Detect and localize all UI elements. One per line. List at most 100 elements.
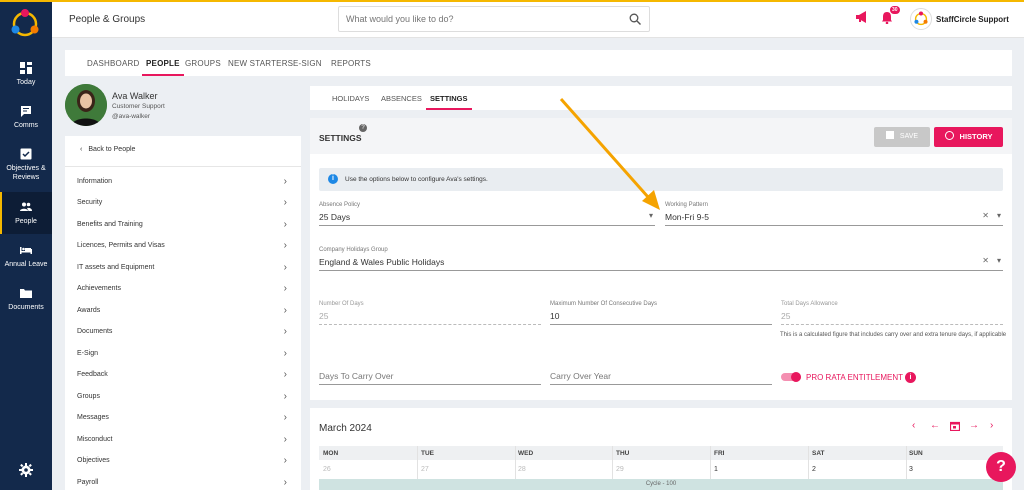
dropdown-arrow-icon[interactable]: ▾	[997, 256, 1001, 265]
nav-documents[interactable]: Documents	[0, 287, 52, 312]
staffcircle-logo[interactable]	[9, 8, 41, 40]
help-button[interactable]: ?	[986, 452, 1016, 482]
carry-over-year-input[interactable]: Carry Over Year	[550, 361, 772, 387]
calendar-day[interactable]: 29	[616, 466, 624, 473]
left-nav: Today Comms Objectives & Reviews People …	[0, 0, 52, 490]
save-button[interactable]: SAVE	[874, 127, 930, 147]
calendar-weekday-header: MON TUE WED THU FRI SAT SUN	[319, 446, 1003, 460]
menu-item-label: Feedback	[77, 371, 108, 378]
settings-card: SETTINGS ? SAVE HISTORY i Use the option…	[310, 118, 1012, 400]
nav-people-label: People	[15, 218, 37, 225]
menu-item-label: Messages	[77, 414, 109, 421]
total-allowance-note: This is a calculated figure that include…	[780, 332, 1007, 338]
tab-settings[interactable]: SETTINGS	[426, 94, 471, 110]
top-header: People & Groups 30 StaffCircle Support	[52, 2, 1024, 38]
working-pattern-select[interactable]: Working Pattern Mon-Fri 9-5 ✕ ▾	[665, 202, 1003, 228]
search-input[interactable]	[346, 14, 606, 24]
clear-and-dropdown-icons[interactable]: ✕ ▾	[982, 211, 1001, 220]
close-icon[interactable]: ✕	[982, 211, 989, 220]
tab-people[interactable]: PEOPLE	[142, 59, 184, 76]
history-button[interactable]: HISTORY	[934, 127, 1003, 147]
calendar-today-icon[interactable]	[950, 421, 960, 431]
max-consecutive-label: Maximum Number Of Consecutive Days	[550, 301, 658, 307]
chevron-right-icon: ›	[283, 197, 287, 208]
tab-new-starters[interactable]: NEW STARTERS	[228, 59, 293, 68]
company-holidays-select[interactable]: Company Holidays Group England & Wales P…	[319, 247, 1003, 273]
chevron-right-icon: ›	[283, 391, 287, 402]
calendar-day[interactable]: 3	[909, 466, 913, 473]
menu-item-documents[interactable]: Documents ›	[77, 326, 287, 337]
chevron-left-icon[interactable]: ‹	[912, 420, 915, 431]
calendar-day[interactable]: 2	[812, 466, 816, 473]
calendar-day[interactable]: 26	[323, 466, 331, 473]
absence-policy-select[interactable]: Absence Policy 25 Days ▾	[319, 202, 655, 228]
arrow-right-icon[interactable]: →	[969, 420, 979, 431]
chevron-right-icon[interactable]: ›	[990, 420, 993, 431]
menu-item-misconduct[interactable]: Misconduct ›	[77, 434, 287, 445]
nav-people[interactable]: People	[0, 192, 52, 234]
bed-icon	[20, 247, 32, 254]
settings-card-header: SETTINGS ? SAVE HISTORY	[310, 118, 1012, 154]
field-underline	[319, 225, 655, 226]
menu-item-e-sign[interactable]: E-Sign ›	[77, 348, 287, 359]
menu-item-feedback[interactable]: Feedback ›	[77, 369, 287, 380]
calendar-day[interactable]: 28	[518, 466, 526, 473]
profile-handle: @ava-walker	[112, 113, 151, 120]
menu-item-label: E-Sign	[77, 350, 99, 357]
tab-absences[interactable]: ABSENCES	[381, 94, 422, 103]
menu-item-label: Information	[77, 178, 113, 185]
weekday-tue: TUE	[421, 450, 434, 457]
max-consecutive-days-field[interactable]: Maximum Number Of Consecutive Days 10	[550, 301, 772, 327]
days-to-carry-over-input[interactable]: Days To Carry Over	[319, 361, 541, 387]
carry-over-year-placeholder: Carry Over Year	[550, 371, 611, 381]
nav-today[interactable]: Today	[0, 62, 52, 87]
field-underline	[781, 324, 1003, 325]
nav-annual-leave-label: Annual Leave	[4, 261, 48, 268]
org-avatar[interactable]	[910, 8, 932, 30]
menu-item-licences[interactable]: Licences, Permits and Visas ›	[77, 240, 287, 251]
close-icon[interactable]: ✕	[982, 256, 989, 265]
global-search[interactable]	[338, 6, 650, 32]
arrow-left-icon[interactable]: ←	[930, 420, 940, 431]
nav-comms[interactable]: Comms	[0, 105, 52, 130]
search-icon[interactable]	[629, 13, 641, 25]
menu-item-information[interactable]: Information ›	[77, 176, 287, 187]
tab-groups[interactable]: GROUPS	[185, 59, 221, 68]
help-icon[interactable]: ?	[359, 124, 367, 132]
tab-dashboard[interactable]: DASHBOARD	[87, 59, 139, 68]
menu-item-it-assets[interactable]: IT assets and Equipment ›	[77, 262, 287, 273]
menu-item-security[interactable]: Security ›	[77, 197, 287, 208]
info-text: Use the options below to configure Ava's…	[345, 176, 488, 183]
pro-rata-info-icon[interactable]: i	[905, 372, 916, 383]
number-of-days-field: Number Of Days 25	[319, 301, 541, 327]
menu-item-groups[interactable]: Groups ›	[77, 391, 287, 402]
tab-holidays[interactable]: HOLIDAYS	[332, 94, 369, 103]
back-to-people-link[interactable]: ‹ Back to People	[80, 146, 135, 153]
chevron-right-icon: ›	[283, 369, 287, 380]
menu-item-benefits[interactable]: Benefits and Training ›	[77, 219, 287, 230]
calendar-day[interactable]: 27	[421, 466, 429, 473]
dropdown-arrow-icon[interactable]: ▾	[997, 211, 1001, 220]
calendar-day[interactable]: 1	[714, 466, 718, 473]
menu-item-label: Groups	[77, 393, 100, 400]
pro-rata-toggle[interactable]	[781, 372, 801, 382]
tab-e-sign[interactable]: E-SIGN	[293, 59, 322, 68]
megaphone-icon[interactable]	[856, 11, 869, 23]
clear-and-dropdown-icons[interactable]: ✕ ▾	[982, 256, 1001, 265]
nav-objectives-label: Objectives & Reviews	[6, 165, 46, 181]
menu-item-achievements[interactable]: Achievements ›	[77, 283, 287, 294]
weekday-fri: FRI	[714, 450, 725, 457]
gear-icon[interactable]	[19, 463, 33, 477]
nav-objectives[interactable]: Objectives & Reviews	[0, 148, 52, 182]
tab-reports[interactable]: REPORTS	[331, 59, 371, 68]
nav-annual-leave[interactable]: Annual Leave	[0, 244, 52, 269]
cycle-bar: Cycle - 100	[319, 479, 1003, 490]
menu-item-objectives[interactable]: Objectives ›	[77, 455, 287, 466]
menu-item-payroll[interactable]: Payroll ›	[77, 477, 287, 488]
folder-icon	[20, 289, 32, 298]
menu-item-messages[interactable]: Messages ›	[77, 412, 287, 423]
org-name[interactable]: StaffCircle Support	[936, 15, 1009, 24]
menu-item-awards[interactable]: Awards ›	[77, 305, 287, 316]
calendar: March 2024 ‹ ← → › MON TUE WED THU FRI S…	[310, 408, 1012, 490]
info-icon: i	[328, 174, 338, 184]
